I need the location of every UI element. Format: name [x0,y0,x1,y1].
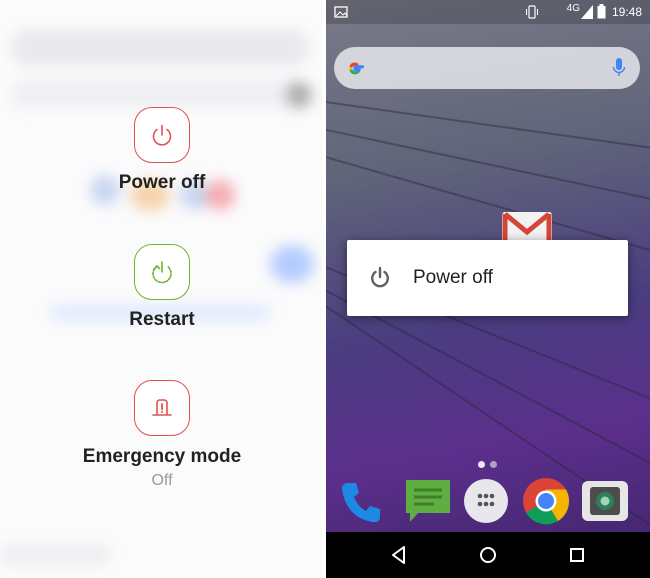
signal-icon [581,5,593,19]
emergency-mode-button[interactable] [134,380,190,436]
google-search-bar[interactable] [334,47,640,89]
back-button-icon[interactable] [387,543,411,567]
power-off-dialog: Power off [347,240,628,316]
vibrate-icon [525,5,539,19]
image-notification-icon [334,6,348,18]
power-off-button[interactable] [134,107,190,163]
phone-icon[interactable] [338,477,386,525]
power-icon [371,266,389,288]
recents-button-icon[interactable] [565,543,589,567]
network-type: 4G [566,3,580,14]
navigation-bar [326,532,650,578]
restart-label[interactable]: Restart [0,309,322,331]
restart-icon [152,261,172,284]
gmail-icon[interactable] [502,212,552,242]
chrome-icon[interactable] [522,477,570,525]
status-bar: 4G 19:48 [326,0,650,24]
samsung-power-menu: Power off Restart Emergency mode Off [0,0,324,578]
power-icon [152,124,172,146]
camera-icon[interactable] [582,481,628,521]
restart-button[interactable] [134,244,190,300]
battery-icon [597,4,606,19]
emergency-mode-label[interactable]: Emergency mode [0,446,322,468]
siren-icon [152,399,172,416]
page-indicator-active [478,461,485,468]
page-indicator [490,461,497,468]
android-home-screen: 4G 19:48 Power off [326,0,650,578]
clock: 19:48 [611,5,642,19]
messages-icon[interactable] [404,477,452,525]
power-off-option[interactable]: Power off [413,267,493,289]
home-button-icon[interactable] [476,543,500,567]
app-drawer-icon[interactable] [464,479,508,523]
emergency-mode-status: Off [151,472,173,489]
power-off-label[interactable]: Power off [0,172,322,194]
google-logo-icon [349,62,364,75]
microphone-icon[interactable] [612,58,626,78]
